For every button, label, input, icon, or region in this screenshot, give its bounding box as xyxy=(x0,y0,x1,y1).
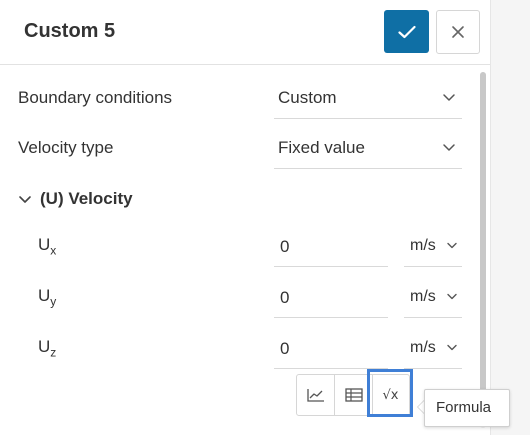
boundary-conditions-label: Boundary conditions xyxy=(18,88,173,107)
formula-tooltip: Formula xyxy=(424,389,510,427)
chevron-down-icon xyxy=(443,144,455,151)
tooltip-text: Formula xyxy=(436,399,492,416)
table-icon xyxy=(344,388,363,402)
chevron-down-icon xyxy=(447,242,457,249)
panel-header: Custom 5 xyxy=(0,0,490,65)
collapse-chevron-icon[interactable] xyxy=(18,195,32,205)
chevron-down-icon xyxy=(447,293,457,300)
chevron-down-icon xyxy=(443,94,455,101)
chevron-down-icon xyxy=(447,344,457,351)
uz-value: 0 xyxy=(280,339,290,358)
close-icon xyxy=(452,26,464,38)
chart-mode-button[interactable] xyxy=(297,375,334,415)
uy-unit: m/s xyxy=(410,288,436,305)
checkmark-icon xyxy=(397,25,416,38)
ux-value: 0 xyxy=(280,237,290,256)
uy-value: 0 xyxy=(280,288,290,307)
close-button[interactable] xyxy=(436,10,480,54)
boundary-conditions-value: Custom xyxy=(278,88,337,107)
velocity-type-select[interactable]: Fixed value xyxy=(274,128,462,169)
confirm-button[interactable] xyxy=(384,10,429,53)
ux-label: Ux xyxy=(38,235,57,258)
uz-unit: m/s xyxy=(410,339,436,356)
ux-input[interactable]: 0 xyxy=(274,228,388,267)
uz-unit-select[interactable]: m/s xyxy=(404,330,462,369)
line-chart-icon xyxy=(306,389,324,402)
panel-title: Custom 5 xyxy=(24,20,116,42)
ux-unit: m/s xyxy=(410,237,436,254)
uz-label: Uz xyxy=(38,337,57,360)
boundary-conditions-select[interactable]: Custom xyxy=(274,78,462,119)
boundary-condition-panel: Custom 5 Boundary conditions Custom Velo… xyxy=(0,0,491,435)
uz-input[interactable]: 0 xyxy=(274,330,388,369)
background-strip xyxy=(490,0,530,435)
formula-button-highlight xyxy=(367,369,413,417)
velocity-section-title[interactable]: (U) Velocity xyxy=(40,189,133,209)
scrollbar-thumb[interactable] xyxy=(480,72,486,392)
uy-input[interactable]: 0 xyxy=(274,279,388,318)
velocity-type-label: Velocity type xyxy=(18,138,114,157)
uy-unit-select[interactable]: m/s xyxy=(404,279,462,318)
ux-unit-select[interactable]: m/s xyxy=(404,228,462,267)
velocity-type-value: Fixed value xyxy=(278,138,365,157)
uy-label: Uy xyxy=(38,286,57,309)
